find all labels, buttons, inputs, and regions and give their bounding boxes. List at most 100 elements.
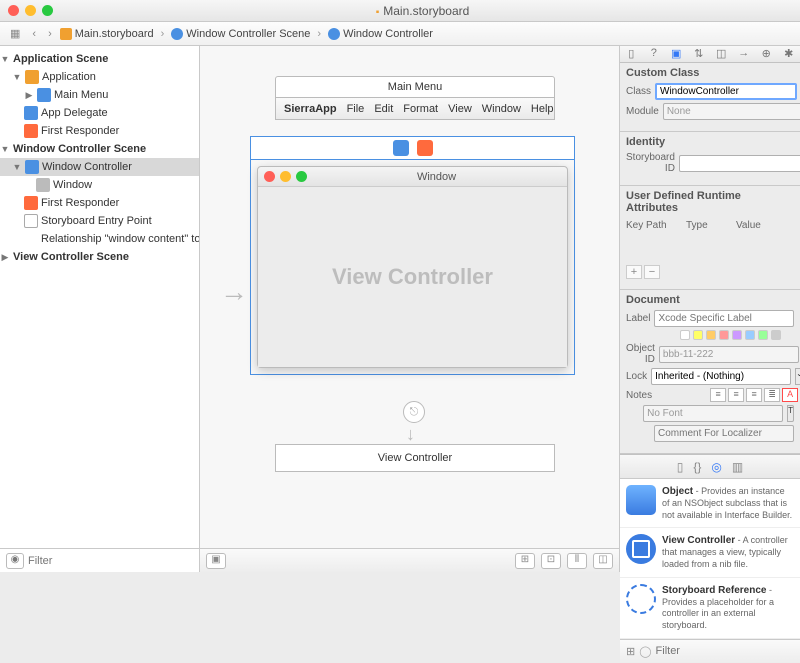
lock-dropdown-icon[interactable]: ⌄ <box>795 368 800 385</box>
object-library-tab[interactable]: ◎ <box>711 460 721 474</box>
color-swatch[interactable] <box>758 330 768 340</box>
identity-inspector-tab[interactable]: ▣ <box>667 46 685 62</box>
color-swatch[interactable] <box>719 330 729 340</box>
nav-forward[interactable]: › <box>44 28 56 40</box>
color-swatch[interactable] <box>693 330 703 340</box>
code-snippet-tab[interactable]: {} <box>693 460 701 474</box>
label-input[interactable] <box>654 310 794 327</box>
menu-item[interactable]: View <box>448 103 472 115</box>
class-input[interactable] <box>655 83 797 100</box>
color-swatch[interactable] <box>745 330 755 340</box>
grid-view-icon[interactable]: ⊞ <box>626 645 635 658</box>
class-label: Class <box>626 86 651 97</box>
crumb-controller[interactable]: Window Controller <box>328 28 433 40</box>
toggle-outline-icon[interactable]: ▣ <box>206 553 226 569</box>
zoom-icon[interactable] <box>42 5 53 16</box>
scene-dock[interactable] <box>250 136 575 160</box>
effects-inspector-tab[interactable]: ✱ <box>780 46 798 62</box>
scene-heading[interactable]: Application Scene <box>13 53 108 65</box>
media-library-tab[interactable]: ▥ <box>732 460 743 474</box>
text-color-icon[interactable]: A <box>782 388 798 402</box>
disclosure-icon[interactable]: ▶ <box>0 252 10 263</box>
color-swatch[interactable] <box>732 330 742 340</box>
outline-filter-input[interactable] <box>28 555 193 567</box>
library-item[interactable]: Object - Provides an instance of an NSOb… <box>620 479 800 528</box>
disclosure-icon[interactable]: ▼ <box>12 72 22 82</box>
font-picker-icon[interactable]: T <box>787 405 794 422</box>
view-controller-scene[interactable]: View Controller <box>275 444 555 472</box>
disclosure-icon[interactable]: ▼ <box>12 162 22 172</box>
crumb-scene[interactable]: Window Controller Scene <box>171 28 310 40</box>
add-attribute-button[interactable]: + <box>626 265 642 279</box>
tree-item[interactable]: First Responder <box>41 197 119 209</box>
localizer-comment-input[interactable] <box>654 425 794 442</box>
tree-item[interactable]: Storyboard Entry Point <box>41 215 152 227</box>
size-inspector-tab[interactable]: ◫ <box>712 46 730 62</box>
scene-heading[interactable]: View Controller Scene <box>13 251 129 263</box>
library-filter-input[interactable] <box>656 645 798 657</box>
align-icon[interactable]: ⫴ <box>567 553 587 569</box>
bindings-inspector-tab[interactable]: ⊕ <box>757 46 775 62</box>
color-swatch[interactable] <box>771 330 781 340</box>
window-object[interactable]: Window View Controller <box>257 166 568 368</box>
window-controller-icon[interactable] <box>393 140 409 156</box>
connections-inspector-tab[interactable]: → <box>735 46 753 62</box>
tree-item[interactable]: Window <box>53 179 92 191</box>
color-swatch[interactable] <box>680 330 690 340</box>
filter-scope-icon[interactable]: ◉ <box>6 553 24 569</box>
help-inspector-tab[interactable]: ? <box>645 46 663 62</box>
menu-item[interactable]: Edit <box>374 103 393 115</box>
tree-item[interactable]: Application <box>42 71 96 83</box>
font-display[interactable] <box>643 405 783 422</box>
menu-item[interactable]: Window <box>482 103 521 115</box>
align-right-icon[interactable]: ≡ <box>746 388 762 402</box>
disclosure-icon[interactable]: ▼ <box>0 144 10 154</box>
menu-item[interactable]: Help <box>531 103 554 115</box>
tree-item-selected[interactable]: Window Controller <box>42 161 132 173</box>
window-controller-scene[interactable]: Window View Controller <box>250 136 575 375</box>
storyboard-id-input[interactable] <box>679 155 800 172</box>
nav-leftpanel-icon[interactable]: ▦ <box>6 27 24 40</box>
pin-icon[interactable]: ◫ <box>593 553 613 569</box>
align-center-icon[interactable]: ≡ <box>728 388 744 402</box>
entry-point-icon <box>24 214 38 228</box>
tree-item[interactable]: App Delegate <box>41 107 108 119</box>
tree-item[interactable]: First Responder <box>41 125 119 137</box>
color-swatch[interactable] <box>706 330 716 340</box>
controller-icon <box>328 28 340 40</box>
menu-item[interactable]: File <box>347 103 365 115</box>
align-justify-icon[interactable]: ≣ <box>764 388 780 402</box>
menu-item[interactable]: SierraApp <box>284 103 337 115</box>
main-menu-scene[interactable]: Main Menu SierraApp File Edit Format Vie… <box>275 76 555 120</box>
file-template-tab[interactable]: ▯ <box>677 460 684 474</box>
disclosure-icon[interactable]: ▼ <box>0 54 10 64</box>
canvas[interactable]: Main Menu SierraApp File Edit Format Vie… <box>200 46 620 572</box>
library-item[interactable]: View Controller - A controller that mana… <box>620 528 800 577</box>
scene-icon <box>171 28 183 40</box>
menu-item[interactable]: Format <box>403 103 438 115</box>
library-item[interactable]: Storyboard Reference - Provides a placeh… <box>620 578 800 639</box>
attributes-inspector-tab[interactable]: ⇅ <box>690 46 708 62</box>
close-icon[interactable] <box>8 5 19 16</box>
embed-icon[interactable]: ⊡ <box>541 553 561 569</box>
tree-item[interactable]: Relationship "window content" to "... <box>41 233 199 245</box>
align-left-icon[interactable]: ≡ <box>710 388 726 402</box>
first-responder-icon[interactable] <box>417 140 433 156</box>
canvas-toolbar: ▣ ⊞ ⊡ ⫴ ◫ <box>200 548 619 572</box>
lock-select[interactable] <box>651 368 791 385</box>
scene-heading[interactable]: Window Controller Scene <box>13 143 146 155</box>
tree-item[interactable]: Main Menu <box>54 89 108 101</box>
nav-back[interactable]: ‹ <box>28 28 40 40</box>
module-input[interactable] <box>663 103 800 120</box>
minimize-icon[interactable] <box>25 5 36 16</box>
disclosure-icon[interactable]: ▶ <box>24 90 34 101</box>
entry-point-arrow-icon[interactable]: → <box>220 276 248 308</box>
inspector-tabs: ▯ ? ▣ ⇅ ◫ → ⊕ ✱ <box>620 46 800 63</box>
crumb-file[interactable]: Main.storyboard <box>60 28 154 40</box>
trait-variation-icon[interactable]: ⊞ <box>515 553 535 569</box>
menu-bar[interactable]: SierraApp File Edit Format View Window H… <box>275 98 555 120</box>
segue-icon[interactable]: ⎋ <box>403 401 425 423</box>
traffic-lights[interactable] <box>8 5 53 16</box>
remove-attribute-button[interactable]: − <box>644 265 660 279</box>
file-inspector-tab[interactable]: ▯ <box>622 46 640 62</box>
